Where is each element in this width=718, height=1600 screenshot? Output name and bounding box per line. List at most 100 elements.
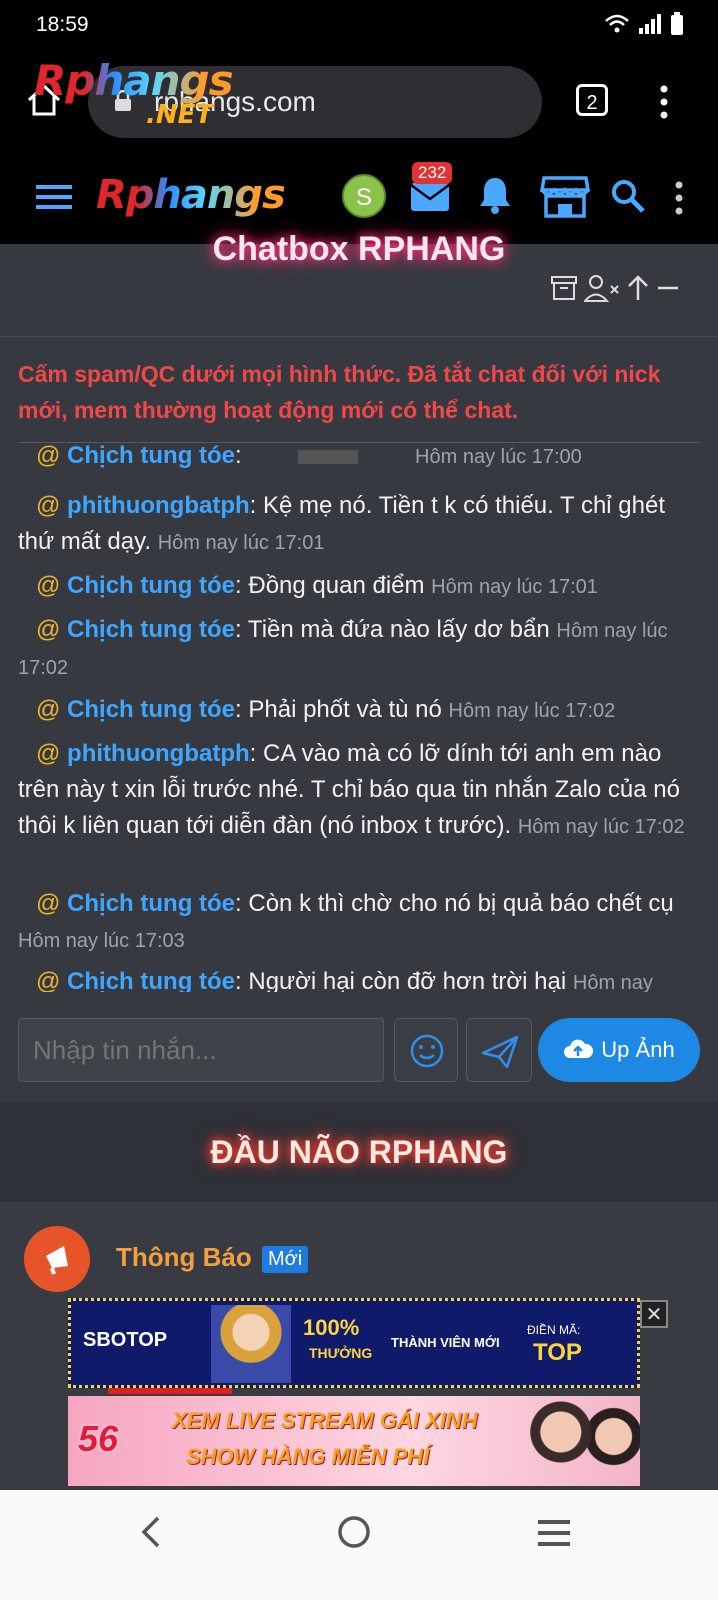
message-text: : Đồng quan điểm [235, 572, 425, 599]
message-list[interactable]: @ Chịch tung tóe: Hôm nay lúc 17:00 @ ph… [0, 444, 718, 992]
ad-code-label: ĐIỀN MÃ: [527, 1323, 581, 1337]
user-remove-icon[interactable] [584, 274, 620, 302]
user-avatar[interactable]: S [342, 174, 386, 218]
message-username[interactable]: Chịch tung tóe [67, 890, 235, 917]
mail-icon[interactable] [410, 182, 450, 212]
send-button[interactable] [466, 1018, 532, 1082]
ad-line1: XEM LIVE STREAM GÁI XINH [172, 1408, 478, 1433]
chatbox-panel: Chatbox RPHANG Cấm spam/QC dưới mọi hình… [0, 230, 718, 1102]
message-username[interactable]: Chịch tung tóe [67, 572, 235, 599]
mention-at: @ [36, 444, 61, 469]
hamburger-menu-icon[interactable] [36, 182, 72, 212]
chat-message: @ Chịch tung tóe: Phải phốt và tù nó Hôm… [18, 692, 700, 729]
message-username[interactable]: Chịch tung tóe [67, 616, 235, 643]
browser-toolbar: rphangs.com Rphangs .NET 2 [0, 52, 718, 152]
battery-icon [671, 12, 683, 35]
forum-name[interactable]: Thông Báo [116, 1242, 252, 1273]
mention-at: @ [36, 968, 61, 992]
message-username[interactable]: phithuongbatph [67, 492, 250, 519]
bell-icon[interactable] [478, 176, 512, 214]
chat-message: @ phithuongbatph: Kệ mẹ nó. Tiền t k có … [18, 488, 700, 561]
message-input[interactable] [18, 1018, 384, 1082]
message-time: Hôm nay lúc 17:03 [18, 930, 185, 952]
section-title: ĐẦU NÃO RPHANG [210, 1134, 508, 1170]
chatbox-warning: Cấm spam/QC dưới mọi hình thức. Đã tắt c… [18, 361, 661, 423]
image-thumbnail [298, 449, 359, 464]
more-options-icon[interactable] [674, 180, 684, 216]
ad-banner-sbotop[interactable]: SBOTOP 100% THƯỞNG THÀNH VIÊN MỚI ĐIỀN M… [68, 1298, 640, 1388]
home-nav-icon[interactable] [336, 1512, 372, 1552]
message-time: Hôm nay lúc 17:00 [415, 446, 582, 468]
status-bar: 18:59 [0, 0, 718, 52]
minimize-icon[interactable] [656, 274, 680, 302]
search-icon[interactable] [610, 178, 646, 214]
back-icon[interactable] [136, 1512, 166, 1552]
ad-progress-bar [108, 1388, 232, 1394]
system-nav-bar [0, 1490, 718, 1600]
ad-percent-sub: THƯỞNG [309, 1345, 373, 1361]
divider [0, 336, 718, 337]
message-time: Hôm nay [572, 972, 653, 992]
status-time: 18:59 [36, 13, 89, 36]
chat-message: @ phithuongbatph: CA vào mà có lỡ dính t… [18, 736, 700, 845]
signal-icon [639, 14, 661, 34]
ad-code: TOP [533, 1339, 582, 1366]
section-header: ĐẦU NÃO RPHANG [0, 1102, 718, 1202]
message-username[interactable]: Chịch tung tóe [67, 444, 235, 469]
site-logo[interactable]: Rphangs [96, 172, 286, 218]
chat-message: @ Chịch tung tóe: Còn k thì chờ cho nó b… [18, 886, 700, 959]
ad-brand: SBOTOP [83, 1329, 168, 1351]
ad-model-image [211, 1305, 291, 1383]
status-icons [604, 12, 684, 36]
mail-badge: 232 [412, 162, 453, 184]
new-badge: Mới [262, 1246, 309, 1273]
archive-icon[interactable] [550, 275, 578, 301]
site-logo-overlay: Rphangs [34, 56, 234, 105]
message-username[interactable]: Chịch tung tóe [67, 696, 235, 723]
upload-label: Up Ảnh [601, 1037, 675, 1062]
browser-menu-icon[interactable] [658, 84, 670, 120]
mention-at: @ [36, 890, 61, 917]
paper-plane-icon [481, 1035, 519, 1069]
ad-percent: 100% [303, 1315, 360, 1340]
divider [18, 442, 700, 443]
megaphone-icon [46, 1246, 68, 1275]
forum-icon [24, 1226, 90, 1292]
message-username[interactable]: Chịch tung tóe [67, 968, 235, 992]
chat-message: @ Chịch tung tóe: Tiền mà đứa nào lấy dơ… [18, 612, 700, 686]
ad-line2: SHOW HÀNG MIỄN PHÍ [186, 1444, 430, 1469]
message-time: Hôm nay lúc 17:01 [157, 532, 325, 554]
emoji-button[interactable] [394, 1018, 458, 1082]
message-time: Hôm nay lúc 17:02 [517, 816, 685, 838]
smile-icon [410, 1034, 444, 1068]
chatbox-tools [550, 274, 680, 302]
ad-close-button[interactable]: ✕ [640, 1300, 668, 1328]
message-time: Hôm nay lúc 17:01 [431, 576, 598, 598]
ad-banner-56[interactable]: 56 XEM LIVE STREAM GÁI XINH SHOW HÀNG MI… [68, 1396, 640, 1486]
ad-middle-text: THÀNH VIÊN MỚI [391, 1335, 500, 1350]
tab-switcher-button[interactable]: 2 [576, 84, 608, 116]
chat-message: @ Chịch tung tóe: Người hại còn đỡ hơn t… [18, 964, 700, 992]
upload-image-button[interactable]: Up Ảnh [538, 1018, 700, 1082]
chat-message: @ Chịch tung tóe: Hôm nay lúc 17:00 [18, 444, 700, 475]
chat-message: @ Chịch tung tóe: Đồng quan điểm Hôm nay… [18, 568, 700, 605]
ad-model-image [508, 1396, 640, 1486]
ad-brand: 56 [78, 1418, 119, 1459]
message-text: : Người hại còn đỡ hơn trời hại [235, 968, 567, 992]
message-text: : [235, 444, 242, 469]
chatbox-title: Chatbox RPHANG [212, 230, 506, 268]
mention-at: @ [36, 492, 61, 519]
cloud-upload-icon [564, 1039, 594, 1058]
mention-at: @ [36, 572, 61, 599]
wifi-icon [605, 14, 629, 33]
message-time: Hôm nay lúc 17:02 [448, 700, 616, 722]
recent-apps-icon[interactable] [536, 1518, 572, 1548]
message-username[interactable]: phithuongbatph [67, 740, 250, 767]
forum-list: Thông Báo Mới SBOTOP 100% THƯỞNG THÀNH V… [0, 1202, 718, 1490]
chat-input-row: Up Ảnh [18, 1018, 700, 1084]
message-text: : Còn k thì chờ cho nó bị quả báo chết c… [235, 890, 674, 917]
store-icon[interactable] [540, 174, 590, 220]
site-logo-net: .NET [146, 100, 214, 130]
message-text: : Phải phốt và tù nó [235, 696, 442, 723]
arrow-up-icon[interactable] [626, 274, 650, 302]
